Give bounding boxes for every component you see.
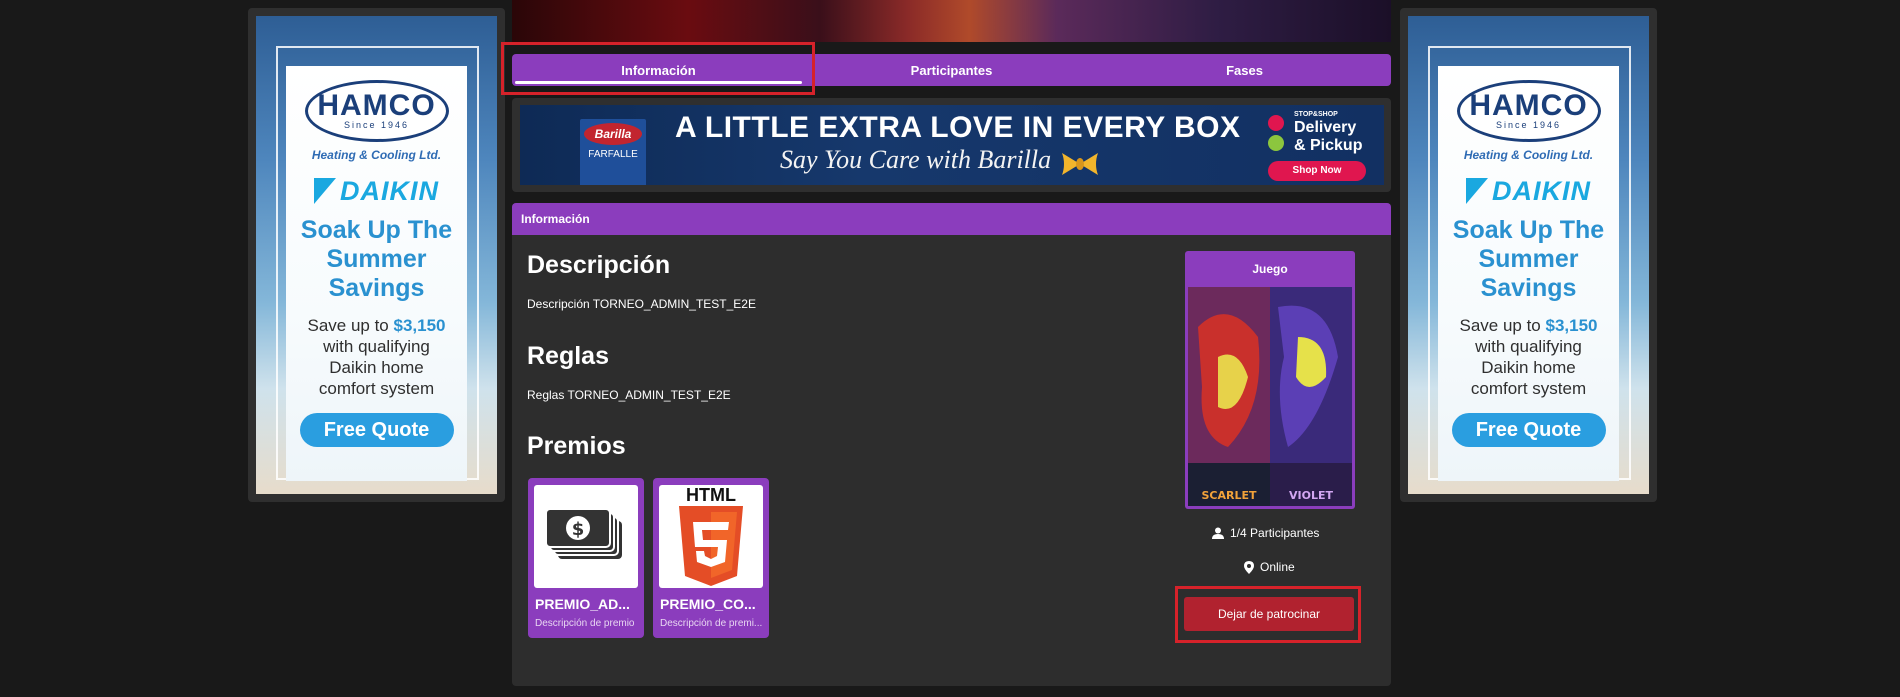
- daikin-mark-icon: [1466, 178, 1488, 204]
- pickup-text: & Pickup: [1294, 137, 1363, 154]
- stop-shop-logo: STOP&SHOP Delivery & Pickup Shop Now: [1268, 111, 1378, 181]
- barilla-product-label: FARFALLE: [588, 149, 638, 160]
- side-ad-artwork: HAMCO Since 1946 Heating & Cooling Ltd. …: [256, 16, 497, 494]
- banner-ad-container: Barilla FARFALLE A LITTLE EXTRA LOVE IN …: [512, 98, 1391, 192]
- location-text: Online: [1260, 560, 1295, 574]
- ad-body: Save up to $3,150 with qualifying Daikin…: [1438, 315, 1619, 399]
- violet-title: VIOLET: [1289, 489, 1333, 502]
- pokemon-cover-art: SCARLET VIOLET: [1188, 287, 1352, 506]
- prize-description: Descripción de premi...: [660, 618, 763, 629]
- prize-description: Descripción de premio: [535, 618, 635, 629]
- ad-price: $3,150: [1545, 316, 1598, 335]
- ad-body-line: with qualifying: [323, 337, 430, 356]
- hamco-brand: HAMCO: [317, 89, 436, 122]
- ad-headline: Soak Up The Summer Savings: [286, 216, 467, 303]
- banner-subline: Say You Care with Barilla: [780, 145, 1052, 174]
- shop-now-button[interactable]: Shop Now: [1268, 161, 1366, 181]
- ad-body-line: Daikin home: [1481, 358, 1576, 377]
- free-quote-button[interactable]: Free Quote: [1451, 413, 1606, 447]
- ad-card: HAMCO Since 1946 Heating & Cooling Ltd. …: [1438, 66, 1619, 481]
- location-pin-icon: [1244, 560, 1254, 574]
- left-side-ad[interactable]: HAMCO Since 1946 Heating & Cooling Ltd. …: [248, 8, 505, 502]
- daikin-mark-icon: [314, 178, 336, 204]
- banner-headline: A LITTLE EXTRA LOVE IN EVERY BOX: [675, 111, 1241, 144]
- ad-headline: Soak Up The Summer Savings: [1438, 216, 1619, 303]
- delivery-text: Delivery: [1294, 119, 1357, 136]
- ad-body-line: with qualifying: [1475, 337, 1582, 356]
- location-info: Online: [1244, 560, 1295, 574]
- ad-body-line: comfort system: [1470, 379, 1587, 398]
- side-ad-artwork: HAMCO Since 1946 Heating & Cooling Ltd. …: [1408, 16, 1649, 494]
- ad-body-prefix: Save up to: [307, 316, 394, 335]
- game-cover-image: SCARLET VIOLET: [1188, 287, 1352, 506]
- hamco-logo: HAMCO Since 1946: [304, 80, 449, 142]
- prize-name: PREMIO_AD...: [535, 596, 630, 612]
- ad-headline-line: Summer: [1478, 245, 1579, 273]
- hamco-company: Heating & Cooling Ltd.: [1463, 148, 1594, 162]
- svg-text:$: $: [572, 519, 585, 540]
- description-title: Descripción: [527, 251, 671, 279]
- daikin-logo: DAIKIN: [286, 176, 467, 206]
- daikin-text: DAIKIN: [340, 175, 439, 206]
- hamco-logo: HAMCO Since 1946: [1456, 80, 1601, 142]
- daikin-text: DAIKIN: [1492, 175, 1591, 206]
- highlight-box-action: [1175, 586, 1361, 643]
- prize-card[interactable]: $ PREMIO_AD... Descripción de premio: [528, 478, 644, 638]
- participants-count: 1/4 Participantes: [1230, 526, 1320, 540]
- prize-image: HTML: [659, 485, 763, 588]
- ad-body-prefix: Save up to: [1459, 316, 1546, 335]
- game-label: Juego: [1252, 262, 1288, 276]
- ad-body-line: comfort system: [318, 379, 435, 398]
- barilla-banner-ad[interactable]: Barilla FARFALLE A LITTLE EXTRA LOVE IN …: [520, 105, 1384, 185]
- ad-price: $3,150: [393, 316, 446, 335]
- ad-headline-line: Soak Up The: [300, 216, 453, 244]
- tournament-hero-image: [512, 0, 1391, 42]
- daikin-logo: DAIKIN: [1438, 176, 1619, 206]
- prize-image: $: [534, 485, 638, 588]
- ad-body-line: Daikin home: [329, 358, 424, 377]
- farfalle-pasta-icon: [1062, 153, 1098, 175]
- info-header: Información: [512, 203, 1391, 235]
- hamco-since: Since 1946: [343, 120, 410, 130]
- game-card[interactable]: Juego SCARLET VIOLET: [1185, 251, 1355, 509]
- description-text: Descripción TORNEO_ADMIN_TEST_E2E: [527, 297, 756, 311]
- user-icon: [1212, 527, 1224, 539]
- hamco-company: Heating & Cooling Ltd.: [311, 148, 442, 162]
- right-side-ad[interactable]: HAMCO Since 1946 Heating & Cooling Ltd. …: [1400, 8, 1657, 502]
- ad-headline-line: Savings: [328, 274, 425, 302]
- hamco-since: Since 1946: [1495, 120, 1562, 130]
- ad-headline-line: Soak Up The: [1452, 216, 1605, 244]
- red-dot-icon: [1268, 115, 1284, 131]
- highlight-box-tab: [501, 42, 815, 95]
- green-dot-icon: [1268, 135, 1284, 151]
- prize-name: PREMIO_CO...: [660, 596, 756, 612]
- ad-headline-line: Summer: [326, 245, 427, 273]
- money-stack-icon: $: [545, 507, 622, 559]
- ad-card: HAMCO Since 1946 Heating & Cooling Ltd. …: [286, 66, 467, 481]
- rules-text: Reglas TORNEO_ADMIN_TEST_E2E: [527, 388, 731, 402]
- barilla-logo: Barilla: [584, 123, 642, 145]
- hamco-brand: HAMCO: [1469, 89, 1588, 122]
- participants-info: 1/4 Participantes: [1212, 526, 1319, 540]
- free-quote-button[interactable]: Free Quote: [299, 413, 454, 447]
- prizes-title: Premios: [527, 432, 626, 460]
- scarlet-title: SCARLET: [1201, 489, 1257, 502]
- tab-fases[interactable]: Fases: [1098, 54, 1391, 86]
- ad-body: Save up to $3,150 with qualifying Daikin…: [286, 315, 467, 399]
- html-label: HTML: [686, 485, 736, 505]
- html5-icon: [679, 506, 743, 586]
- prize-card[interactable]: HTML PREMIO_CO... Descripción de premi..…: [653, 478, 769, 638]
- ad-headline-line: Savings: [1480, 274, 1577, 302]
- tab-participantes[interactable]: Participantes: [805, 54, 1098, 86]
- rules-title: Reglas: [527, 342, 609, 370]
- stop-shop-name: STOP&SHOP: [1294, 111, 1338, 118]
- barilla-box-image: Barilla FARFALLE: [580, 119, 646, 185]
